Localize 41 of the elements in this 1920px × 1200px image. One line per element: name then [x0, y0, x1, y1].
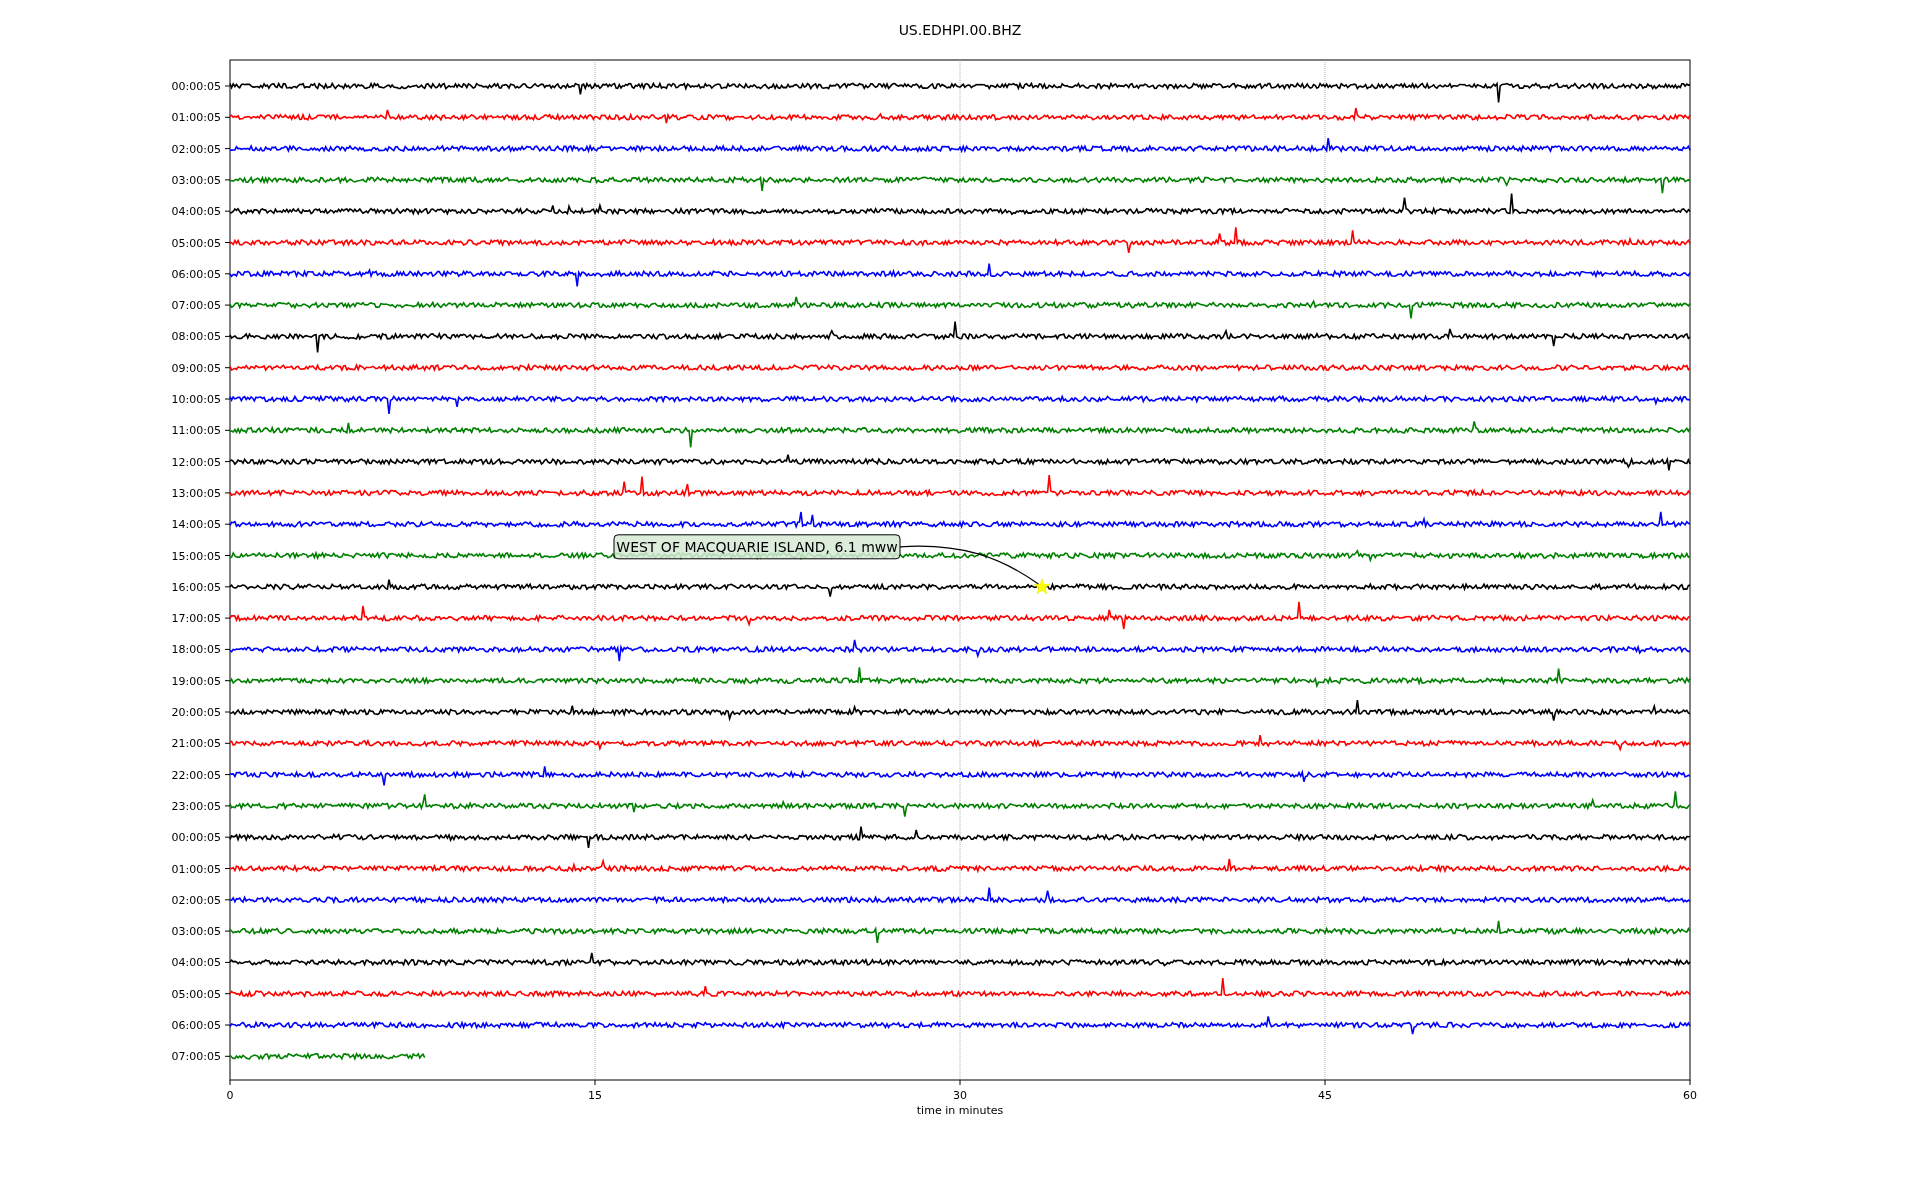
y-tick-label: 15:00:05: [171, 549, 221, 563]
plot-title: US.EDHPI.00.BHZ: [898, 22, 1022, 38]
y-tick-label: 04:00:05: [171, 205, 221, 219]
y-tick-label: 19:00:05: [171, 674, 221, 688]
y-tick-label: 03:00:05: [171, 173, 221, 187]
star-icon: [1033, 578, 1051, 595]
y-tick-label: 09:00:05: [171, 361, 221, 375]
y-tick-label: 01:00:05: [171, 111, 221, 125]
x-tick-label: 60: [1683, 1089, 1697, 1102]
y-tick-label: 14:00:05: [171, 518, 221, 532]
y-tick-label: 06:00:05: [171, 267, 221, 281]
y-tick-label: 18:00:05: [171, 643, 221, 657]
y-tick-label: 06:00:05: [171, 1019, 221, 1032]
y-tick-label: 02:00:05: [171, 893, 221, 907]
y-tick-label: 10:00:05: [171, 393, 221, 406]
x-tick-label: 15: [588, 1089, 602, 1102]
y-tick-label: 17:00:05: [171, 612, 221, 626]
y-tick-label: 13:00:05: [171, 486, 221, 500]
y-tick-label: 05:00:05: [171, 987, 221, 1001]
x-tick-label: 45: [1318, 1089, 1332, 1102]
y-tick-label: 20:00:05: [171, 706, 221, 719]
y-tick-label: 03:00:05: [171, 925, 221, 939]
y-tick-label: 07:00:05: [171, 299, 221, 313]
y-tick-label: 08:00:05: [171, 330, 221, 344]
x-axis-label: time in minutes: [916, 1104, 1004, 1117]
y-tick-label: 02:00:05: [171, 142, 221, 156]
y-tick-label: 12:00:05: [171, 455, 221, 469]
y-tick-label: 11:00:05: [171, 424, 221, 438]
event-label: WEST OF MACQUARIE ISLAND, 6.1 mww: [616, 538, 898, 555]
y-tick-label: 07:00:05: [171, 1050, 221, 1064]
y-tick-label: 22:00:05: [171, 768, 221, 782]
y-tick-label: 00:00:05: [171, 80, 221, 93]
y-tick-label: 05:00:05: [171, 236, 221, 250]
y-tick-label: 16:00:05: [171, 580, 221, 594]
y-tick-label: 04:00:05: [171, 956, 221, 970]
y-tick-label: 21:00:05: [171, 737, 221, 751]
y-tick-label: 00:00:05: [171, 831, 221, 845]
x-tick-label: 0: [226, 1089, 234, 1102]
y-tick-label: 01:00:05: [171, 862, 221, 876]
y-tick-label: 23:00:05: [171, 799, 221, 813]
x-tick-label: 30: [953, 1089, 967, 1102]
